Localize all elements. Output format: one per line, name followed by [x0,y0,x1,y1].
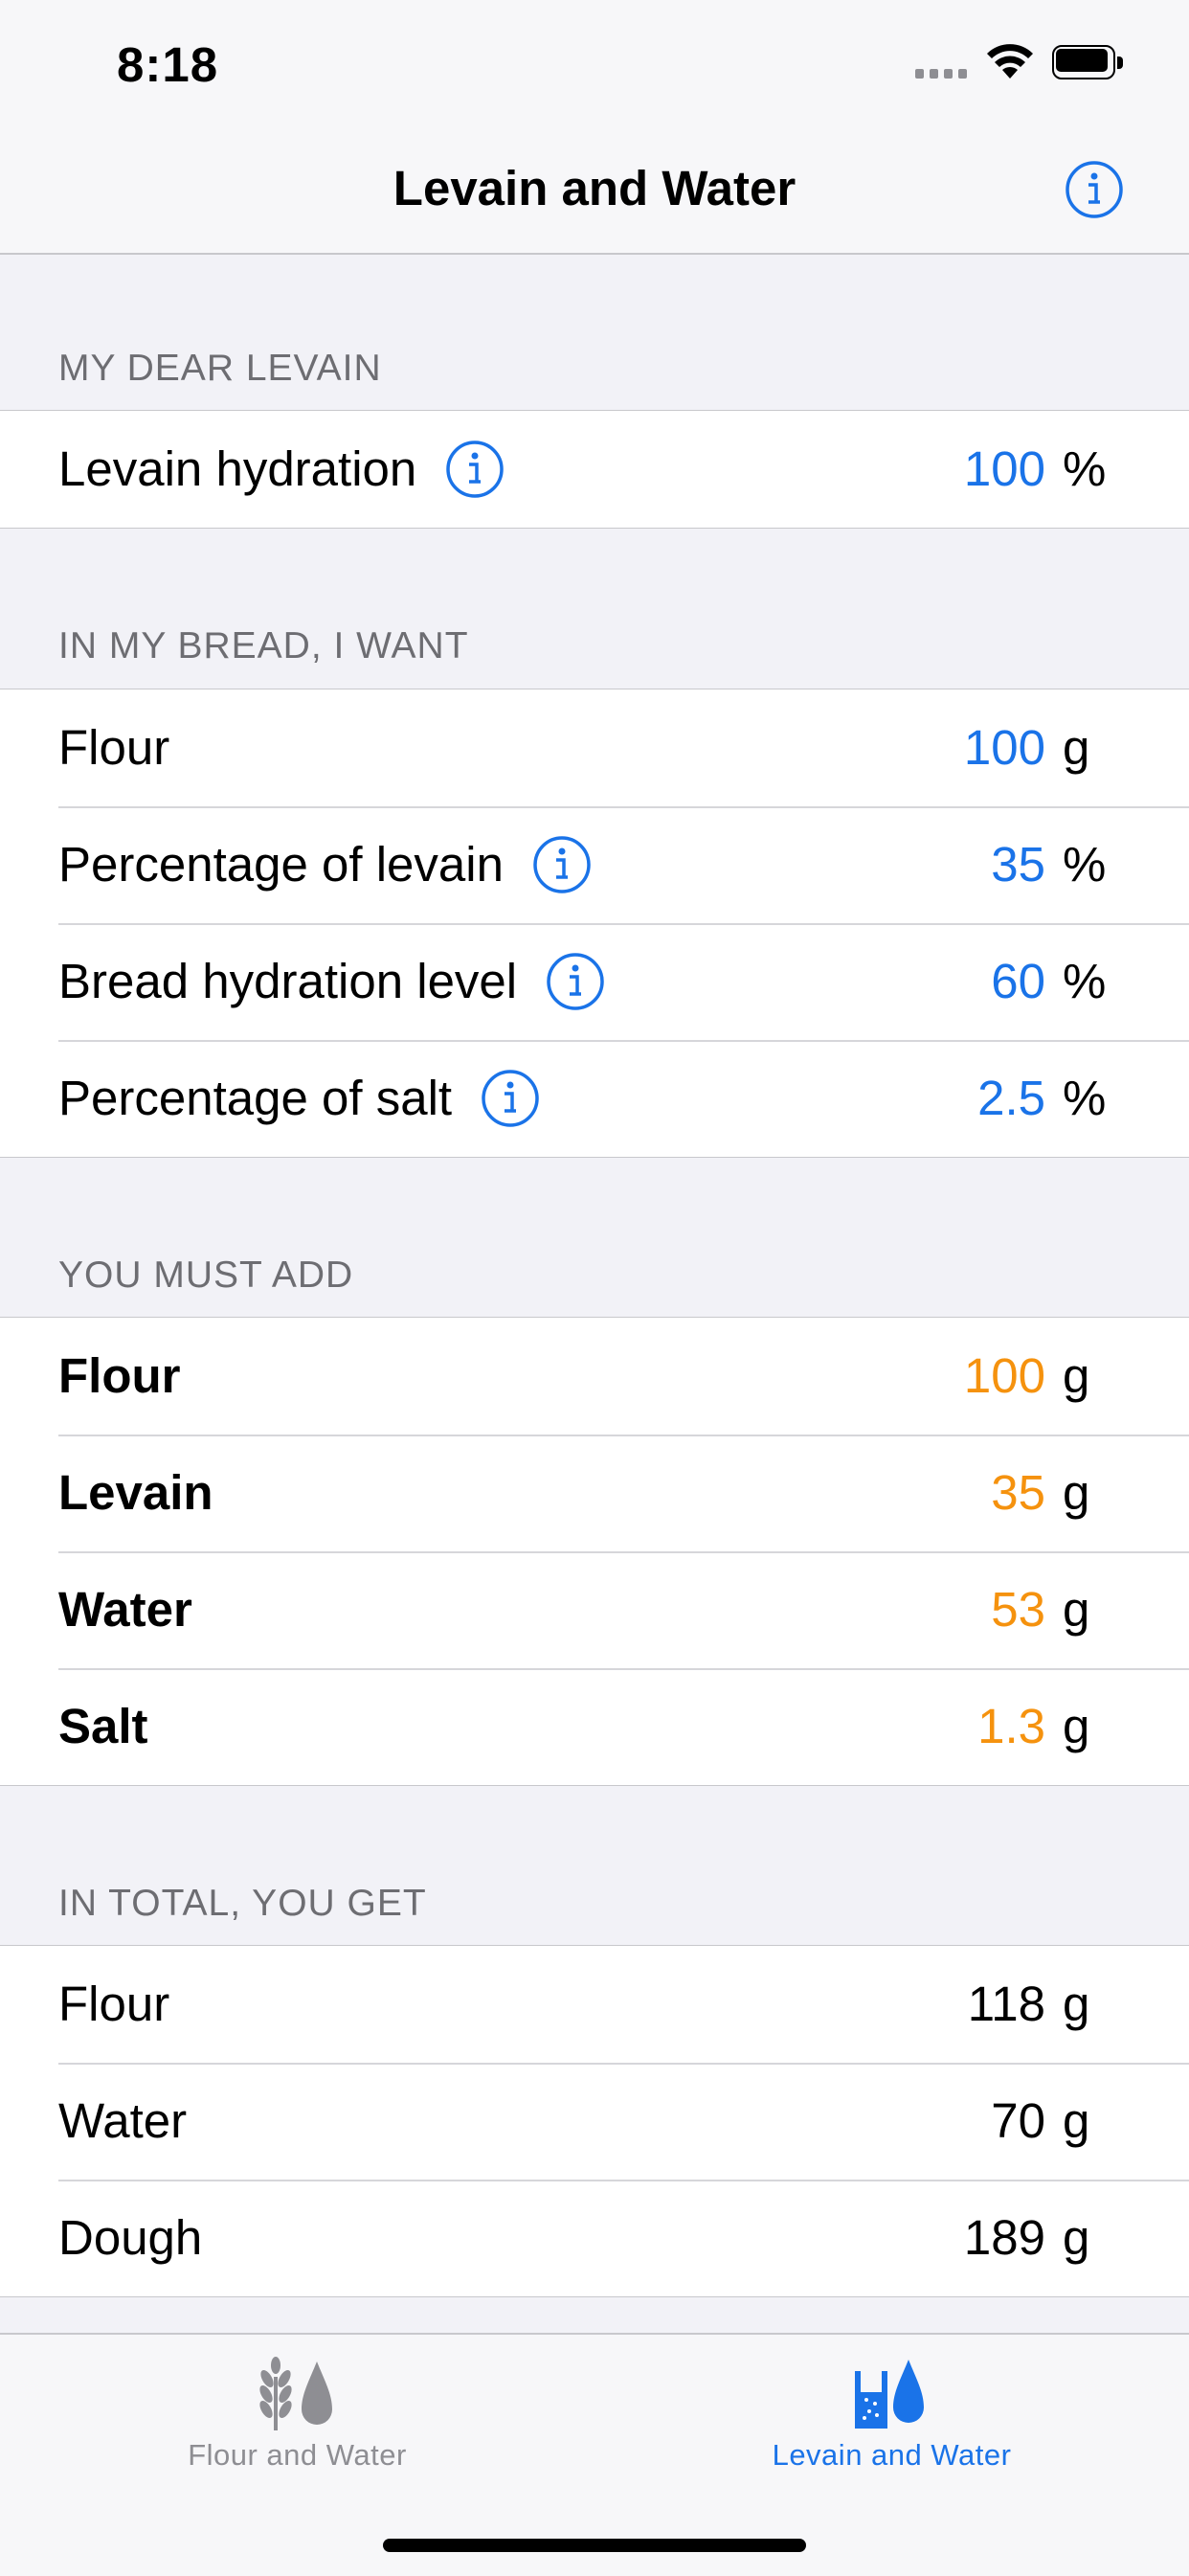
total-water-value: 70 [991,2093,1045,2148]
flour-input-value[interactable]: 100 [964,689,1045,806]
levain-group: Levain hydration 100 % [0,410,1189,529]
status-bar: 8:18 [0,0,1189,134]
total-dough-value: 189 [963,2210,1045,2265]
unit-label: % [1063,837,1107,892]
unit-label: g [1063,2210,1090,2265]
tab-flour-and-water[interactable]: Flour and Water [0,2335,594,2497]
page-title: Levain and Water [393,161,796,215]
section-header-levain: MY DEAR LEVAIN [58,348,382,389]
add-salt-value: 1.3 [977,1699,1045,1753]
total-water-label: Water [58,2093,188,2148]
section-header-total: IN TOTAL, YOU GET [58,1883,427,1924]
add-levain-row: Levain 35 g [0,1435,1189,1551]
unit-label: g [1063,1465,1090,1520]
add-water-row: Water 53 g [0,1551,1189,1668]
add-flour-row: Flour 100 g [0,1318,1189,1435]
add-flour-label: Flour [58,1348,181,1403]
info-icon[interactable] [1065,160,1124,219]
levain-percentage-row[interactable]: Percentage of levain 35 % [0,806,1189,923]
add-salt-row: Salt 1.3 g [0,1668,1189,1785]
row-label: Levain hydration [58,411,505,528]
salt-percentage-value[interactable]: 2.5 [977,1040,1045,1157]
info-icon[interactable] [546,952,605,1011]
levain-hydration-value[interactable]: 100 [964,411,1045,528]
levain-hydration-row[interactable]: Levain hydration 100 % [0,411,1189,528]
tab-label: Flour and Water [188,2438,407,2472]
unit-label: % [1063,1071,1107,1125]
unit-label: g [1063,1699,1090,1753]
info-icon[interactable] [532,835,592,894]
salt-percentage-label: Percentage of salt [58,1071,453,1125]
unit-label: % [1063,954,1107,1008]
bread-hydration-label: Bread hydration level [58,954,518,1008]
row-label: Bread hydration level [58,923,605,1040]
navigation-bar: Levain and Water [0,134,1189,255]
levain-hydration-label: Levain hydration [58,441,417,496]
add-salt-label: Salt [58,1699,148,1753]
add-water-label: Water [58,1582,192,1637]
status-time: 8:18 [117,37,219,92]
total-dough-row: Dough 189 g [0,2180,1189,2296]
glass-drop-icon [855,2360,924,2429]
home-indicator[interactable] [383,2539,806,2552]
levain-percentage-label: Percentage of levain [58,837,504,892]
want-group: Flour 100 g Percentage of levain 35 % Br… [0,689,1189,1158]
total-flour-row: Flour 118 g [0,1946,1189,2063]
flour-label: Flour [58,720,170,775]
total-group: Flour 118 g Water 70 g Dough 189 g [0,1945,1189,2297]
section-header-want: IN MY BREAD, I WANT [58,625,469,667]
bread-hydration-row[interactable]: Bread hydration level 60 % [0,923,1189,1040]
unit-label: % [1063,441,1107,496]
unit-label: g [1063,720,1090,775]
info-icon[interactable] [445,440,505,499]
info-icon[interactable] [481,1069,540,1128]
unit-label: g [1063,1348,1090,1403]
total-flour-value: 118 [967,1977,1045,2031]
cellular-signal-icon [915,69,969,79]
add-water-value: 53 [991,1582,1045,1637]
levain-percentage-value[interactable]: 35 [991,806,1045,923]
add-flour-value: 100 [963,1348,1045,1403]
salt-percentage-row[interactable]: Percentage of salt 2.5 % [0,1040,1189,1157]
unit-label: g [1063,1582,1090,1637]
bread-hydration-value[interactable]: 60 [991,923,1045,1040]
unit-label: g [1063,1977,1090,2031]
total-dough-label: Dough [58,2210,203,2265]
add-group: Flour 100 g Levain 35 g Water 53 g Salt … [0,1317,1189,1786]
unit-label: g [1063,2093,1090,2148]
wheat-drop-icon [259,2357,332,2430]
add-levain-label: Levain [58,1465,213,1520]
row-label: Percentage of salt [58,1040,540,1157]
flour-input-row[interactable]: Flour 100 g [0,689,1189,806]
row-label: Percentage of levain [58,806,592,923]
tab-label: Levain and Water [772,2438,1012,2472]
wifi-icon [987,44,1033,79]
total-water-row: Water 70 g [0,2063,1189,2180]
section-header-add: YOU MUST ADD [58,1254,354,1296]
battery-icon [1052,45,1125,81]
total-flour-label: Flour [58,1977,170,2031]
tab-levain-and-water[interactable]: Levain and Water [594,2335,1189,2497]
add-levain-value: 35 [991,1465,1045,1520]
